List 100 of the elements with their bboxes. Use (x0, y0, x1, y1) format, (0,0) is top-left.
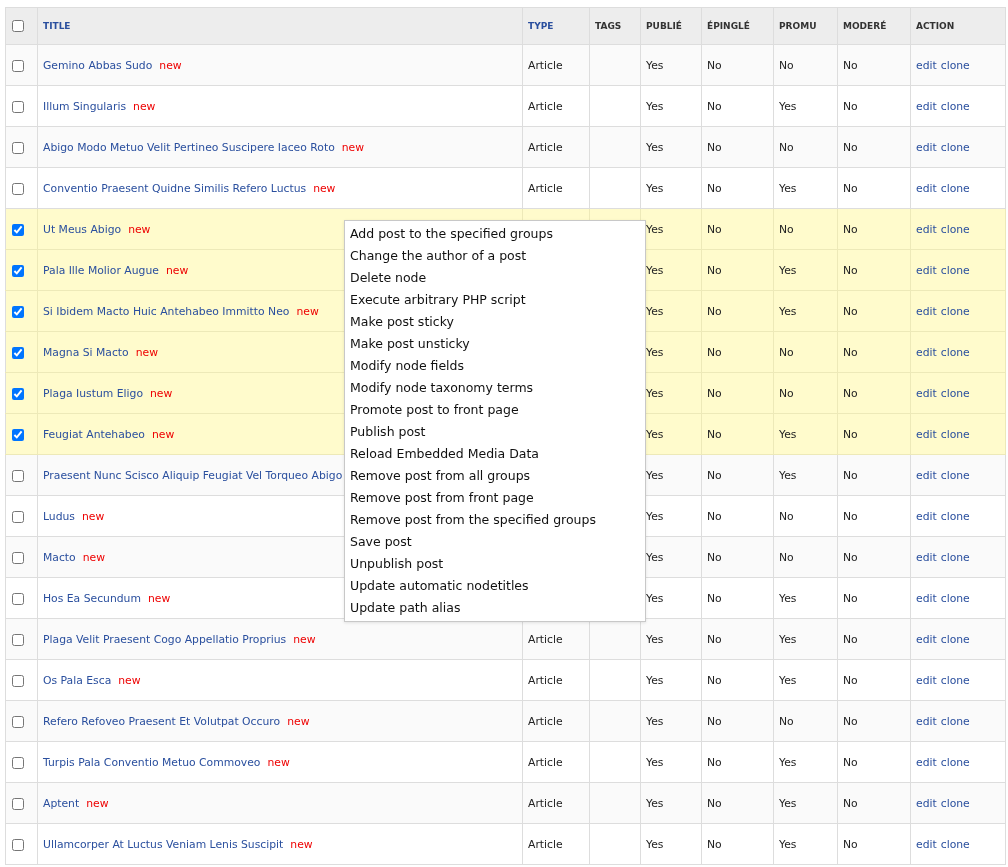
edit-link[interactable]: edit (916, 468, 937, 482)
title-link[interactable]: Ullamcorper At Luctus Veniam Lenis Suscipit (43, 837, 284, 851)
title-link[interactable]: Feugiat Antehabeo (43, 427, 145, 441)
table-cell: No (701, 700, 774, 742)
edit-link[interactable]: edit (916, 304, 937, 318)
checkbox[interactable] (12, 20, 24, 32)
edit-link[interactable]: edit (916, 140, 937, 154)
column-header[interactable]: TITLE (37, 7, 523, 45)
checkbox[interactable] (12, 346, 24, 359)
table-cell: Article (522, 700, 590, 742)
checkbox[interactable] (12, 715, 24, 728)
table-cell: Yes (773, 167, 838, 209)
title-link[interactable]: Plaga Velit Praesent Cogo Appellatio Proprius (43, 632, 287, 646)
title-link[interactable]: Hos Ea Secundum (43, 591, 141, 605)
table-cell: Article (522, 823, 590, 865)
edit-link[interactable]: edit (916, 386, 937, 400)
clone-link[interactable]: clone (940, 673, 970, 687)
checkbox[interactable] (12, 633, 24, 646)
clone-link[interactable]: clone (940, 427, 970, 441)
checkbox[interactable] (12, 223, 24, 236)
title-link[interactable]: Si Ibidem Macto Huic Antehabeo Immitto Neo (43, 304, 290, 318)
clone-link[interactable]: clone (940, 263, 970, 277)
checkbox[interactable] (12, 305, 24, 318)
table-cell: No (837, 782, 911, 824)
table-cell: Yes (773, 249, 838, 291)
clone-link[interactable]: clone (940, 550, 970, 564)
clone-link[interactable]: clone (940, 468, 970, 482)
title-link[interactable]: Ludus (43, 509, 75, 523)
title-link[interactable]: Plaga Iustum Eligo (43, 386, 143, 400)
checkbox[interactable] (12, 141, 24, 154)
clone-link[interactable]: clone (940, 345, 970, 359)
edit-link[interactable]: edit (916, 591, 937, 605)
clone-link[interactable]: clone (940, 140, 970, 154)
checkbox[interactable] (12, 838, 24, 851)
clone-link[interactable]: clone (940, 181, 970, 195)
clone-link[interactable]: clone (940, 386, 970, 400)
checkbox[interactable] (12, 797, 24, 810)
title-link[interactable]: Aptent (43, 796, 80, 810)
edit-link[interactable]: edit (916, 632, 937, 646)
checkbox[interactable] (12, 551, 24, 564)
title-link[interactable]: Magna Si Macto (43, 345, 129, 359)
title-link[interactable]: Macto (43, 550, 76, 564)
clone-link[interactable]: clone (940, 591, 970, 605)
clone-link[interactable]: clone (940, 714, 970, 728)
table-cell: No (837, 741, 911, 783)
checkbox[interactable] (12, 387, 24, 400)
checkbox[interactable] (12, 182, 24, 195)
checkbox[interactable] (12, 756, 24, 769)
clone-link[interactable]: clone (940, 58, 970, 72)
column-header: ÉPINGLÉ (701, 7, 774, 45)
edit-link[interactable]: edit (916, 263, 937, 277)
column-header: ACTION (910, 7, 1006, 45)
table-cell: Yes (773, 577, 838, 619)
title-link[interactable]: Pala Ille Molior Augue (43, 263, 159, 277)
title-link[interactable]: Refero Refoveo Praesent Et Volutpat Occuro (43, 714, 281, 728)
title-link[interactable]: Os Pala Esca (43, 673, 112, 687)
edit-link[interactable]: edit (916, 755, 937, 769)
column-header[interactable]: TYPE (522, 7, 590, 45)
checkbox[interactable] (12, 100, 24, 113)
checkbox[interactable] (12, 59, 24, 72)
edit-link[interactable]: edit (916, 222, 937, 236)
edit-link[interactable]: edit (916, 345, 937, 359)
edit-link[interactable]: edit (916, 427, 937, 441)
edit-link[interactable]: edit (916, 550, 937, 564)
edit-link[interactable]: edit (916, 673, 937, 687)
checkbox[interactable] (12, 674, 24, 687)
clone-link[interactable]: clone (940, 837, 970, 851)
clone-link[interactable]: clone (940, 755, 970, 769)
title-link[interactable]: Turpis Pala Conventio Metuo Commoveo (43, 755, 261, 769)
clone-link[interactable]: clone (940, 304, 970, 318)
checkbox[interactable] (12, 428, 24, 441)
table-cell: Yes (640, 823, 702, 865)
title-link[interactable]: Praesent Nunc Scisco Aliquip Feugiat Vel Torqueo Abigo (43, 468, 343, 482)
edit-link[interactable]: edit (916, 58, 937, 72)
edit-link[interactable]: edit (916, 99, 937, 113)
edit-link[interactable]: edit (916, 796, 937, 810)
title-link[interactable]: Conventio Praesent Quidne Similis Refero Luctus (43, 181, 307, 195)
edit-link[interactable]: edit (916, 181, 937, 195)
table-cell: No (701, 577, 774, 619)
clone-link[interactable]: clone (940, 632, 970, 646)
title-link[interactable]: Illum Singularis (43, 99, 127, 113)
checkbox[interactable] (12, 264, 24, 277)
clone-link[interactable]: clone (940, 796, 970, 810)
table-cell: Yes (640, 782, 702, 824)
title-link[interactable]: Ut Meus Abigo (43, 222, 122, 236)
clone-link[interactable]: clone (940, 99, 970, 113)
clone-link[interactable]: clone (940, 509, 970, 523)
title-link[interactable]: Gemino Abbas Sudo (43, 58, 153, 72)
title-link[interactable]: Abigo Modo Metuo Velit Pertineo Suscipere Iaceo Roto (43, 140, 335, 154)
edit-link[interactable]: edit (916, 509, 937, 523)
table-cell: Yes (640, 659, 702, 701)
checkbox[interactable] (12, 469, 24, 482)
column-header: MODERÉ (837, 7, 911, 45)
checkbox[interactable] (12, 592, 24, 605)
edit-link[interactable]: edit (916, 837, 937, 851)
checkbox[interactable] (12, 510, 24, 523)
clone-link[interactable]: clone (940, 222, 970, 236)
table-cell: No (837, 823, 911, 865)
edit-link[interactable]: edit (916, 714, 937, 728)
new-marker: new (313, 181, 336, 195)
